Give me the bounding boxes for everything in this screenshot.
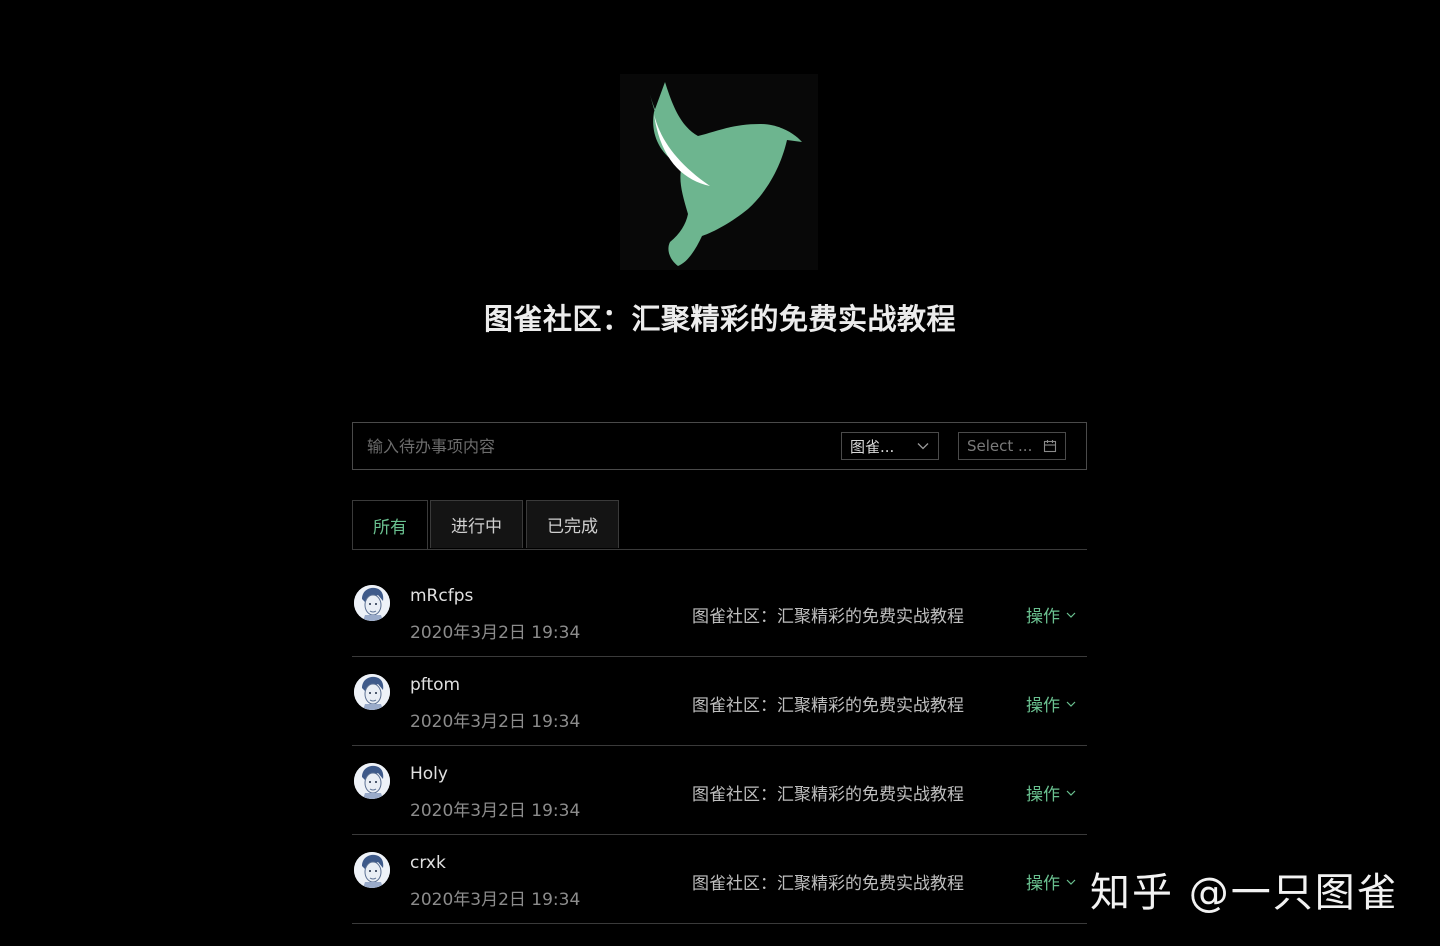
todo-action-dropdown[interactable]: 操作	[1026, 602, 1077, 627]
user-avatar-icon	[354, 763, 390, 799]
date-picker[interactable]: Select ...	[958, 432, 1066, 460]
chevron-down-icon	[1066, 612, 1076, 618]
todo-input[interactable]	[353, 423, 823, 469]
hummingbird-logo	[620, 74, 818, 270]
todo-form: 图雀... Select ...	[352, 422, 1087, 470]
todo-action-label: 操作	[1026, 696, 1060, 716]
todo-date: 2020年3月2日 19:34	[410, 890, 581, 910]
filter-tabs: 所有 进行中 已完成	[352, 500, 1087, 550]
calendar-icon	[1043, 440, 1057, 453]
avatar	[354, 674, 390, 710]
todo-item: Holy 2020年3月2日 19:34 图雀社区：汇聚精彩的免费实战教程 操作	[352, 746, 1087, 835]
todo-date: 2020年3月2日 19:34	[410, 801, 581, 821]
todo-content: 图雀社区：汇聚精彩的免费实战教程	[692, 696, 964, 716]
avatar	[354, 852, 390, 888]
page-title: 图雀社区：汇聚精彩的免费实战教程	[483, 302, 956, 336]
todo-username: Holy	[410, 764, 448, 784]
todo-username: mRcfps	[410, 586, 474, 606]
todo-username: pftom	[410, 675, 461, 695]
todo-action-dropdown[interactable]: 操作	[1026, 780, 1077, 805]
todo-item: crxk 2020年3月2日 19:34 图雀社区：汇聚精彩的免费实战教程 操作	[352, 835, 1087, 924]
date-picker-placeholder: Select ...	[967, 437, 1033, 455]
tab-all[interactable]: 所有	[352, 500, 428, 549]
zhihu-watermark: 知乎 @一只图雀	[1090, 870, 1399, 916]
chevron-down-icon	[1066, 790, 1076, 796]
todo-item: mRcfps 2020年3月2日 19:34 图雀社区：汇聚精彩的免费实战教程 …	[352, 568, 1087, 657]
todo-username: crxk	[410, 853, 446, 873]
bird-icon	[650, 82, 802, 266]
user-avatar-icon	[354, 585, 390, 621]
category-select[interactable]: 图雀...	[841, 432, 939, 460]
todo-content: 图雀社区：汇聚精彩的免费实战教程	[692, 785, 964, 805]
avatar	[354, 763, 390, 799]
todo-date: 2020年3月2日 19:34	[410, 623, 581, 643]
todo-action-dropdown[interactable]: 操作	[1026, 691, 1077, 716]
tab-in-progress[interactable]: 进行中	[430, 500, 523, 548]
todo-app-page: 图雀社区：汇聚精彩的免费实战教程 图雀... Select ... 所有 进行中…	[0, 0, 1440, 946]
avatar	[354, 585, 390, 621]
user-avatar-icon	[354, 852, 390, 888]
todo-content: 图雀社区：汇聚精彩的免费实战教程	[692, 607, 964, 627]
todo-content: 图雀社区：汇聚精彩的免费实战教程	[692, 874, 964, 894]
chevron-down-icon	[1066, 879, 1076, 885]
todo-action-dropdown[interactable]: 操作	[1026, 869, 1077, 894]
todo-item: pftom 2020年3月2日 19:34 图雀社区：汇聚精彩的免费实战教程 操…	[352, 657, 1087, 746]
todo-date: 2020年3月2日 19:34	[410, 712, 581, 732]
chevron-down-icon	[917, 443, 929, 450]
todo-action-label: 操作	[1026, 874, 1060, 894]
todo-list: mRcfps 2020年3月2日 19:34 图雀社区：汇聚精彩的免费实战教程 …	[352, 568, 1087, 924]
user-avatar-icon	[354, 674, 390, 710]
tab-completed[interactable]: 已完成	[526, 500, 619, 548]
todo-action-label: 操作	[1026, 785, 1060, 805]
category-select-value: 图雀...	[850, 437, 895, 456]
todo-action-label: 操作	[1026, 607, 1060, 627]
chevron-down-icon	[1066, 701, 1076, 707]
